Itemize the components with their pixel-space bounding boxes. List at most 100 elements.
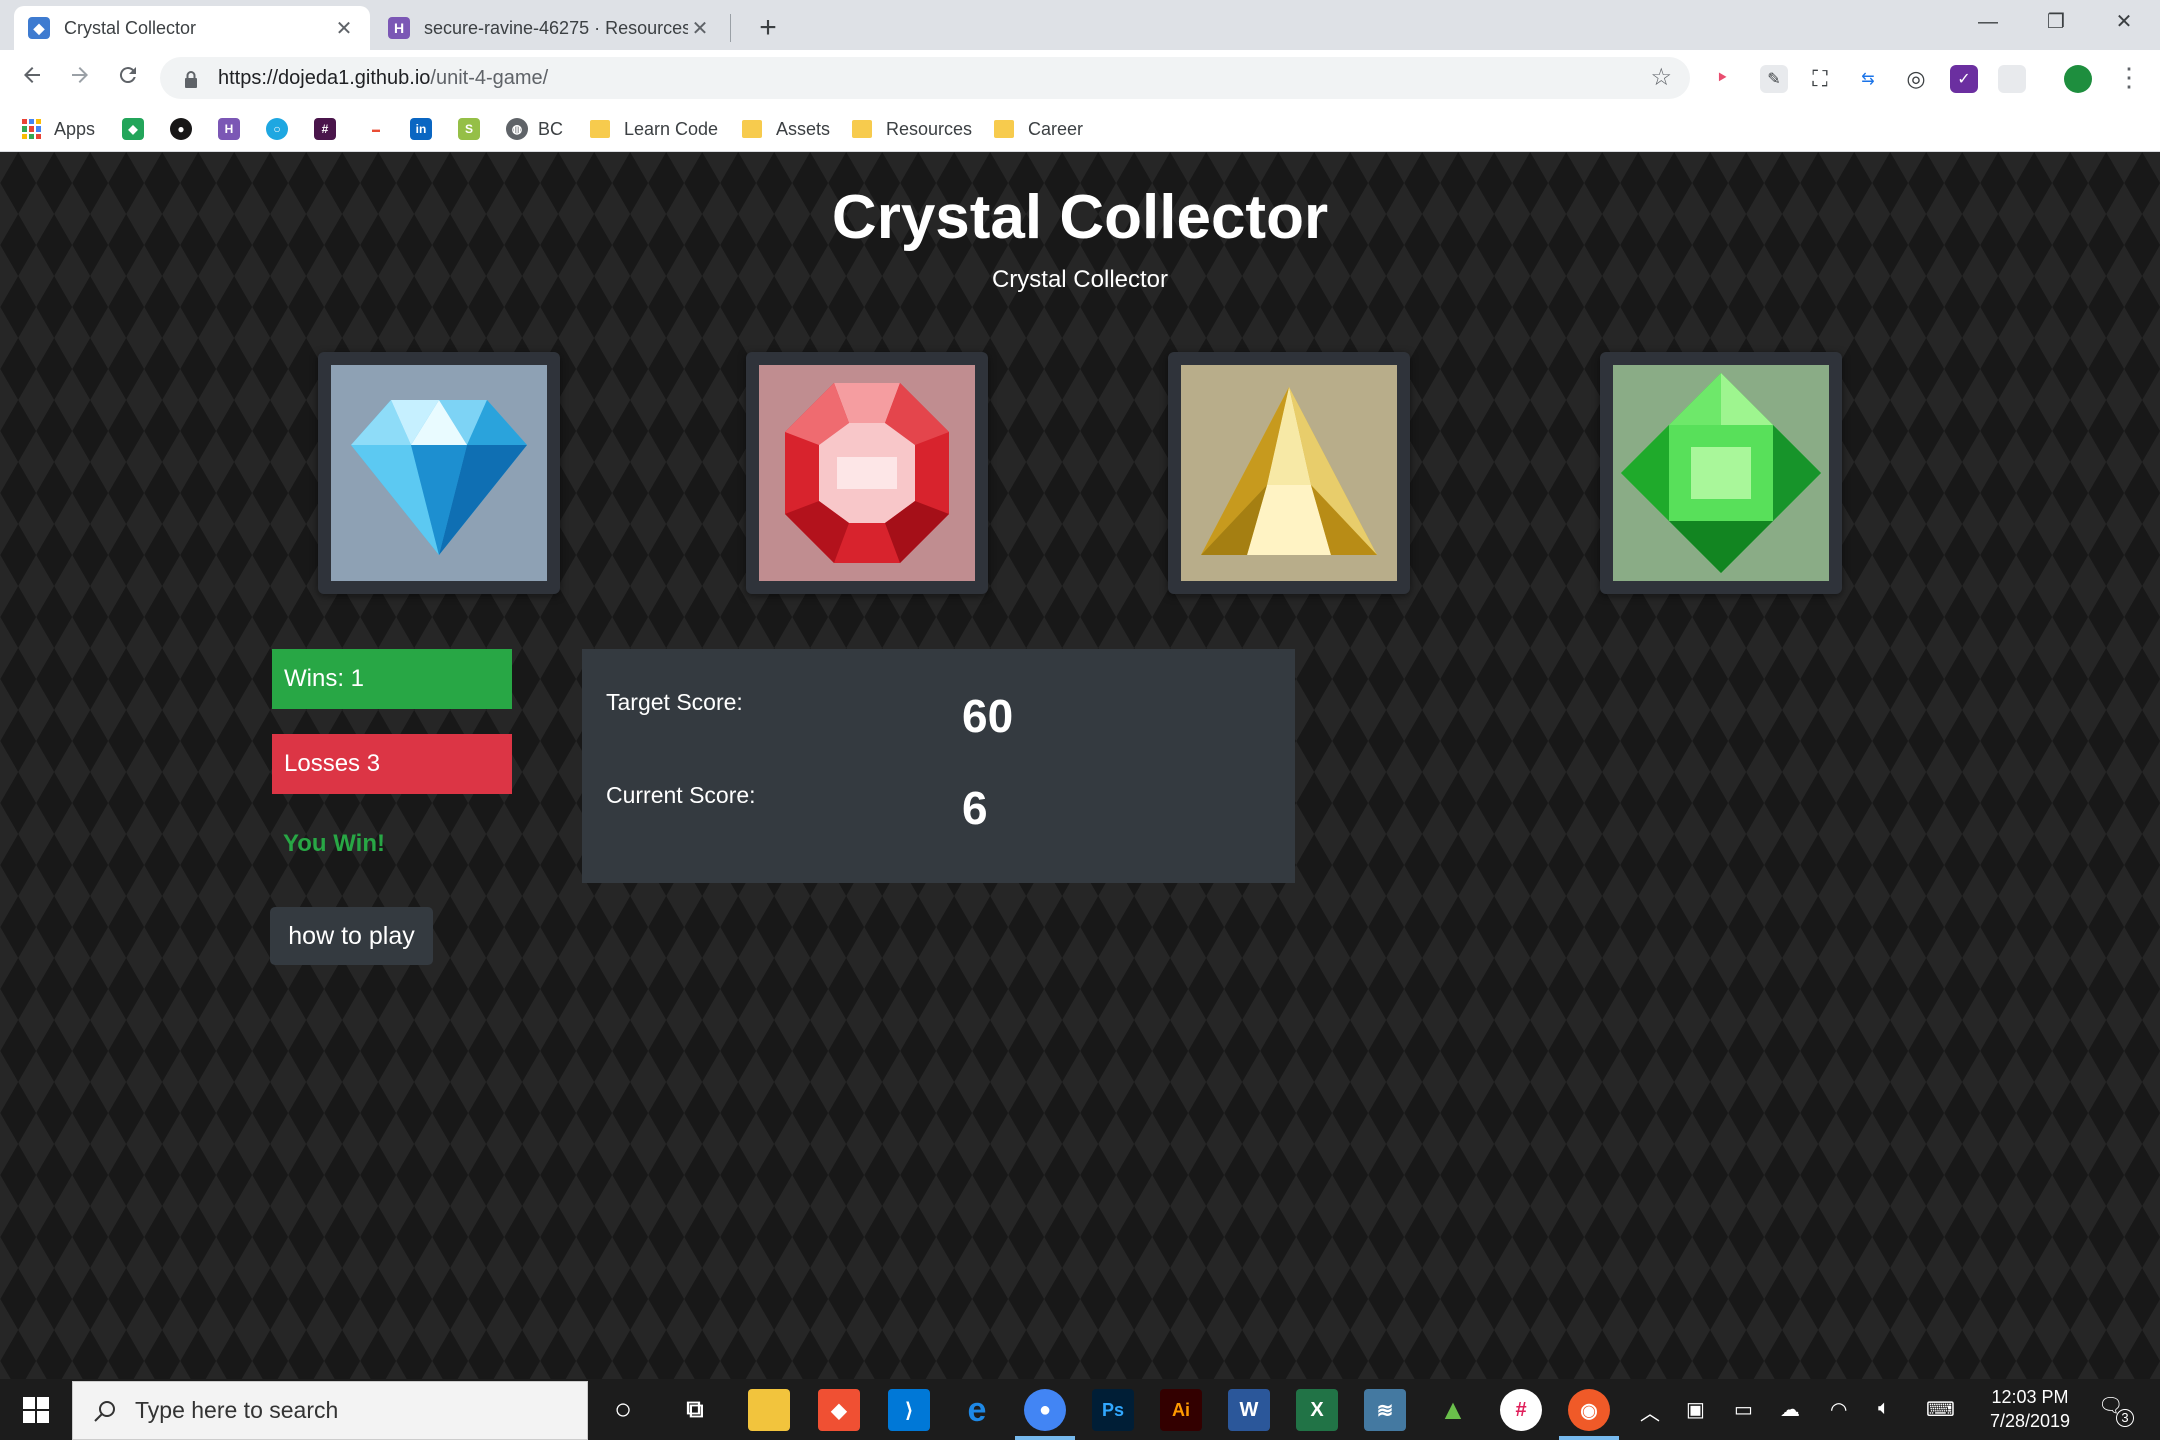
heroku-favicon-icon: H [388, 17, 410, 39]
back-arrow-icon [24, 67, 40, 83]
close-tab-icon[interactable]: ✕ [332, 16, 356, 41]
reload-button[interactable] [110, 60, 146, 96]
vscode-icon[interactable]: ⟩ [888, 1389, 930, 1431]
bookmark-heroku[interactable]: H [218, 116, 250, 142]
folder-icon [852, 120, 872, 138]
notification-count: 3 [2116, 1409, 2134, 1427]
tab-strip: ◆ Crystal Collector ✕ H secure-ravine-46… [0, 0, 2160, 50]
notification-center-icon[interactable]: 🗨︎ 3 [2098, 1393, 2134, 1427]
origin-icon[interactable]: ◉ [1568, 1389, 1610, 1431]
taskbar-search-input[interactable]: Type here to search [72, 1381, 588, 1440]
battery-icon[interactable]: ▭ [1734, 1397, 1753, 1422]
photoshop-icon[interactable]: Ps [1092, 1389, 1134, 1431]
tab-title: secure-ravine-46275 · Resources [424, 17, 688, 38]
crystal-favicon-icon: ◆ [28, 17, 50, 39]
back-button[interactable] [14, 60, 50, 96]
bookmark-shopify[interactable]: S [458, 116, 490, 142]
bookmark-apps[interactable]: Apps [22, 116, 95, 142]
extension-screenshot-icon[interactable]: ⛶ [1806, 65, 1834, 93]
bookmark-slack[interactable]: # [314, 116, 346, 142]
extension-blank-icon[interactable] [1998, 65, 2026, 93]
tab-divider [730, 14, 731, 42]
new-tab-button[interactable]: + [748, 8, 788, 48]
folder-icon [590, 120, 610, 138]
extension-circle-icon[interactable]: ◎ [1902, 65, 1930, 93]
tab-crystal-collector[interactable]: ◆ Crystal Collector ✕ [14, 6, 370, 50]
app-icon: ◆ [122, 118, 144, 140]
linkedin-icon: in [410, 118, 432, 140]
chrome-icon[interactable]: ● [1024, 1389, 1066, 1431]
bookmark-folder-learn-code[interactable]: Learn Code [590, 116, 718, 142]
bookmark-folder-resources[interactable]: Resources [852, 116, 972, 142]
bookmark-app-blue[interactable]: ○ [266, 116, 298, 142]
tray-chevron-icon[interactable]: ︿ [1640, 1397, 1660, 1426]
url-host: https://dojeda1.github.io [218, 66, 431, 89]
close-window-button[interactable]: ✕ [2090, 0, 2158, 44]
extension-cast-icon[interactable]: ⯈ [1708, 65, 1736, 93]
file-explorer-icon[interactable] [748, 1389, 790, 1431]
edge-icon[interactable]: e [956, 1389, 998, 1431]
bookmark-github[interactable]: ● [170, 116, 202, 142]
restore-button[interactable]: ❐ [2022, 0, 2090, 44]
score-panel: Target Score: 60 Current Score: 6 [582, 649, 1295, 883]
cortana-icon[interactable]: ○ [602, 1389, 644, 1431]
minimize-button[interactable]: — [1954, 0, 2022, 44]
crystal-red-button[interactable] [746, 352, 988, 594]
bookmark-phone[interactable]: ▬ [362, 116, 400, 142]
tab-secure-ravine[interactable]: H secure-ravine-46275 · Resources ✕ [374, 6, 726, 50]
crystal-blue-button[interactable] [318, 352, 560, 594]
profile-avatar[interactable] [2064, 65, 2092, 93]
tray-app-icon[interactable]: ▣ [1686, 1397, 1705, 1422]
current-score-label: Current Score: [606, 782, 756, 808]
bookmark-folder-assets[interactable]: Assets [742, 116, 830, 142]
extension-check-icon[interactable]: ✓ [1950, 65, 1978, 93]
keyboard-icon[interactable]: ⌨ [1926, 1397, 1955, 1422]
onedrive-icon[interactable]: ☁ [1780, 1397, 1800, 1422]
task-view-icon[interactable]: ⧉ [674, 1389, 716, 1431]
wins-counter: Wins: 1 [272, 649, 512, 709]
windows-taskbar: Type here to search ○ ⧉ ◆ ⟩ e ● Ps Ai W … [0, 1379, 2160, 1440]
search-placeholder: Type here to search [135, 1397, 339, 1423]
mysql-workbench-icon[interactable]: ≋ [1364, 1389, 1406, 1431]
page-title: Crystal Collector [831, 183, 1329, 252]
word-icon[interactable]: W [1228, 1389, 1270, 1431]
robo3t-icon[interactable]: ▲ [1432, 1389, 1474, 1431]
crystal-yellow-button[interactable] [1168, 352, 1410, 594]
browser-toolbar: https://dojeda1.github.io/unit-4-game/ ☆… [0, 50, 2160, 106]
yellow-topaz-icon [1181, 365, 1397, 581]
bookmark-star-icon[interactable]: ☆ [1650, 63, 1672, 92]
bookmark-bc[interactable]: ◍ BC [506, 116, 563, 142]
losses-counter: Losses 3 [272, 734, 512, 794]
volume-icon[interactable]: 🔈︎ [1878, 1397, 1890, 1420]
target-score-value: 60 [962, 690, 1014, 742]
game-page: Crystal Collector Crystal Collector Wins… [0, 152, 2160, 1379]
forward-button[interactable] [62, 60, 98, 96]
bookmark-label: Learn Code [624, 118, 719, 139]
bookmark-label: Resources [886, 118, 973, 139]
address-bar[interactable]: https://dojeda1.github.io/unit-4-game/ ☆ [160, 57, 1690, 99]
app-icon: ○ [266, 118, 288, 140]
bookmark-app-green[interactable]: ◆ [122, 116, 154, 142]
taskbar-clock[interactable]: 12:03 PM 7/28/2019 [1960, 1385, 2100, 1433]
illustrator-icon[interactable]: Ai [1160, 1389, 1202, 1431]
bookmark-folder-career[interactable]: Career [994, 116, 1083, 142]
bookmark-linkedin[interactable]: in [410, 116, 442, 142]
slack-icon[interactable]: # [1500, 1389, 1542, 1431]
forward-arrow-icon [72, 67, 88, 83]
shopify-icon: S [458, 118, 480, 140]
extension-arrows-icon[interactable]: ⇆ [1854, 65, 1882, 93]
bookmark-label: Career [1028, 118, 1084, 139]
wifi-icon[interactable]: ◠ [1830, 1397, 1847, 1422]
green-emerald-icon [1613, 365, 1829, 581]
close-tab-icon[interactable]: ✕ [688, 16, 712, 41]
gitkraken-icon[interactable]: ◆ [818, 1389, 860, 1431]
bookmark-label: BC [538, 118, 564, 139]
excel-icon[interactable]: X [1296, 1389, 1338, 1431]
how-to-play-button[interactable]: how to play [270, 907, 433, 965]
crystal-green-button[interactable] [1600, 352, 1842, 594]
extension-eyedropper-icon[interactable]: ✎ [1760, 65, 1788, 93]
active-app-indicator [1015, 1436, 1075, 1440]
chrome-menu-icon[interactable]: ⋮ [2116, 62, 2142, 93]
folder-icon [742, 120, 762, 138]
start-button[interactable] [0, 1379, 72, 1440]
